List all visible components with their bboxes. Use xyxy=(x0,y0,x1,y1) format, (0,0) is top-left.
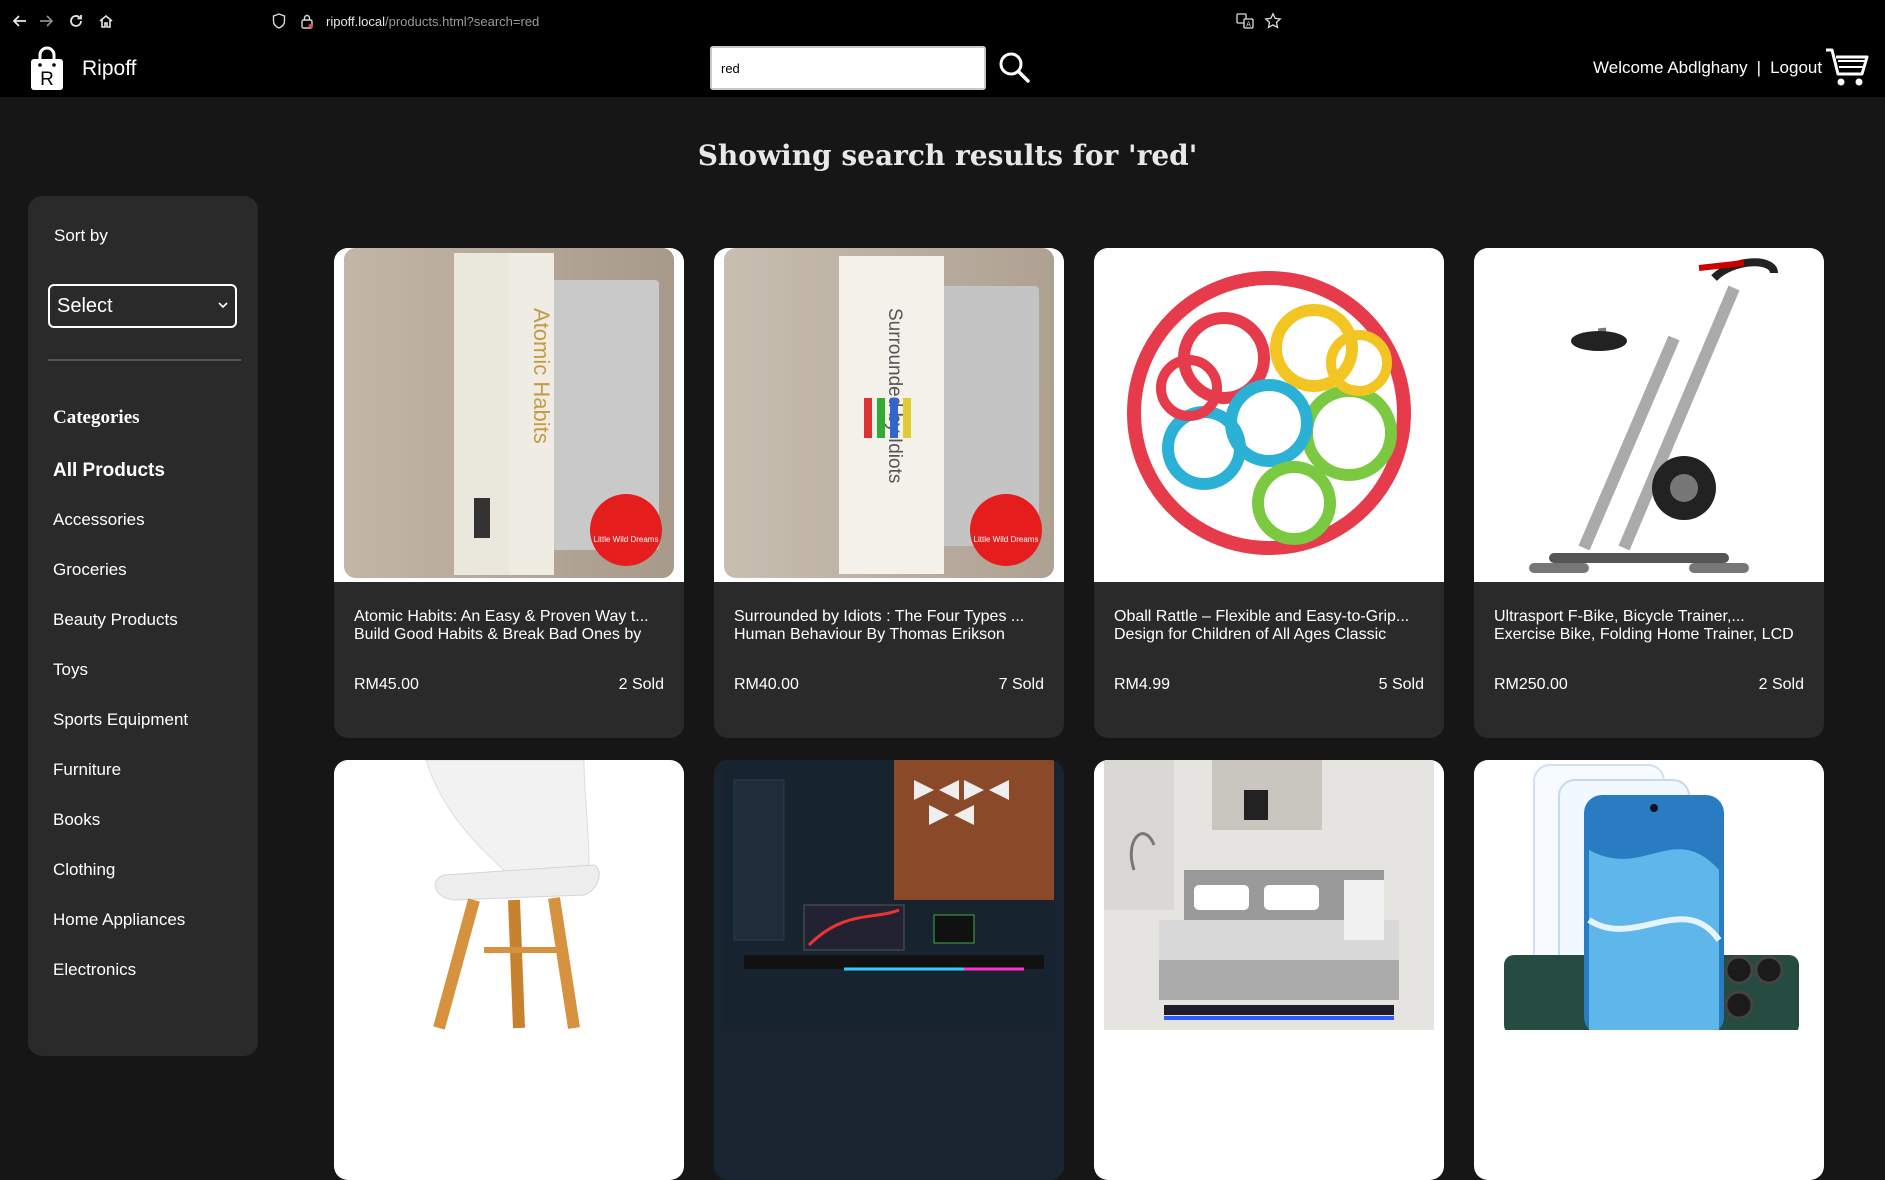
product-name: Atomic Habits: An Easy & Proven Way t...… xyxy=(354,608,649,643)
sort-select-value: Select xyxy=(57,294,113,317)
page-title: Showing search results for 'red' xyxy=(697,139,1198,172)
product-card[interactable]: Oball Rattle – Flexible and Easy-to-Grip… xyxy=(1094,248,1444,738)
category-books[interactable]: Books xyxy=(53,810,243,860)
category-electronics[interactable]: Electronics xyxy=(53,960,243,1010)
product-sold-count: 5 Sold xyxy=(1378,676,1424,693)
book-atomic-habits-image: Atomic Habits Little Wild Dreams xyxy=(334,248,684,582)
filter-sidebar: Sort by Select Categories All Products A… xyxy=(28,196,258,1056)
svg-text:A: A xyxy=(1246,21,1251,29)
product-card[interactable] xyxy=(714,760,1064,1180)
shopping-bag-logo-icon[interactable]: R xyxy=(29,46,65,92)
browser-toolbar: ripoff.local/products.html?search=red A xyxy=(0,0,1885,41)
product-price: RM4.99 xyxy=(1114,676,1171,693)
led-bed-image xyxy=(1094,760,1444,1180)
category-all-products[interactable]: All Products xyxy=(53,460,243,510)
product-card[interactable] xyxy=(334,760,684,1180)
back-icon[interactable] xyxy=(9,10,31,32)
exercise-bike-image xyxy=(1474,248,1824,582)
svg-text:Little Wild Dreams: Little Wild Dreams xyxy=(974,535,1039,544)
chevron-down-icon xyxy=(218,300,228,312)
category-groceries[interactable]: Groceries xyxy=(53,560,243,610)
forward-icon[interactable] xyxy=(35,10,57,32)
product-sold-count: 7 Sold xyxy=(998,676,1044,693)
category-beauty-products[interactable]: Beauty Products xyxy=(53,610,243,660)
reload-icon[interactable] xyxy=(65,10,87,32)
product-price: RM250.00 xyxy=(1494,676,1568,693)
category-sports-equipment[interactable]: Sports Equipment xyxy=(53,710,243,760)
product-card[interactable] xyxy=(1474,760,1824,1180)
svg-text:R: R xyxy=(40,69,54,90)
address-bar[interactable]: ripoff.local/products.html?search=red xyxy=(270,9,539,33)
user-nav: Welcome Abdlghany | Logout xyxy=(1593,58,1822,78)
site-header: R Ripoff Welcome Abdlghany | Logout xyxy=(0,41,1885,97)
translate-icon[interactable]: A xyxy=(1234,10,1256,32)
gaming-desk-setup-image xyxy=(714,760,1064,1180)
product-name: Oball Rattle – Flexible and Easy-to-Grip… xyxy=(1114,608,1410,643)
svg-text:Atomic Habits: Atomic Habits xyxy=(529,308,554,444)
product-card[interactable] xyxy=(1094,760,1444,1180)
product-price: RM45.00 xyxy=(354,676,419,693)
lock-icon[interactable] xyxy=(298,12,316,30)
category-furniture[interactable]: Furniture xyxy=(53,760,243,810)
url-text: ripoff.local/products.html?search=red xyxy=(326,13,540,29)
product-card[interactable]: Atomic Habits Little Wild Dreams Atomic … xyxy=(334,248,684,738)
product-price: RM40.00 xyxy=(734,676,799,693)
category-list: All Products Accessories Groceries Beaut… xyxy=(53,460,243,1010)
home-icon[interactable] xyxy=(95,10,117,32)
sort-select[interactable]: Select xyxy=(48,284,237,328)
sort-label: Sort by xyxy=(54,226,108,245)
brand-name[interactable]: Ripoff xyxy=(82,57,136,81)
cart-icon[interactable] xyxy=(1824,44,1870,90)
svg-text:Little Wild Dreams: Little Wild Dreams xyxy=(594,535,659,544)
sidebar-divider xyxy=(48,359,241,361)
welcome-text: Welcome Abdlghany xyxy=(1593,58,1748,77)
category-accessories[interactable]: Accessories xyxy=(53,510,243,560)
phone-screen-protector-image xyxy=(1474,760,1824,1180)
white-chair-image xyxy=(334,760,684,1180)
search-input[interactable] xyxy=(710,46,986,90)
category-clothing[interactable]: Clothing xyxy=(53,860,243,910)
category-toys[interactable]: Toys xyxy=(53,660,243,710)
logout-link[interactable]: Logout xyxy=(1770,58,1822,78)
category-home-appliances[interactable]: Home Appliances xyxy=(53,910,243,960)
svg-text:Surrounded by Idiots: Surrounded by Idiots xyxy=(884,308,905,483)
oball-rattle-image xyxy=(1094,248,1444,582)
shield-icon[interactable] xyxy=(270,12,288,30)
search-icon[interactable] xyxy=(997,50,1031,84)
product-sold-count: 2 Sold xyxy=(618,676,664,693)
product-name: Ultrasport F-Bike, Bicycle Trainer,... E… xyxy=(1494,608,1794,643)
product-card[interactable]: Ultrasport F-Bike, Bicycle Trainer,... E… xyxy=(1474,248,1824,738)
nav-separator: | xyxy=(1756,58,1762,77)
bookmark-star-icon[interactable] xyxy=(1262,10,1284,32)
product-sold-count: 2 Sold xyxy=(1758,676,1804,693)
product-card[interactable]: Surrounded by Idiots Little Wild Dreams … xyxy=(714,248,1064,738)
categories-heading: Categories xyxy=(53,407,140,428)
book-surrounded-by-idiots-image: Surrounded by Idiots Little Wild Dreams xyxy=(714,248,1064,582)
product-name: Surrounded by Idiots : The Four Types ..… xyxy=(734,608,1025,643)
